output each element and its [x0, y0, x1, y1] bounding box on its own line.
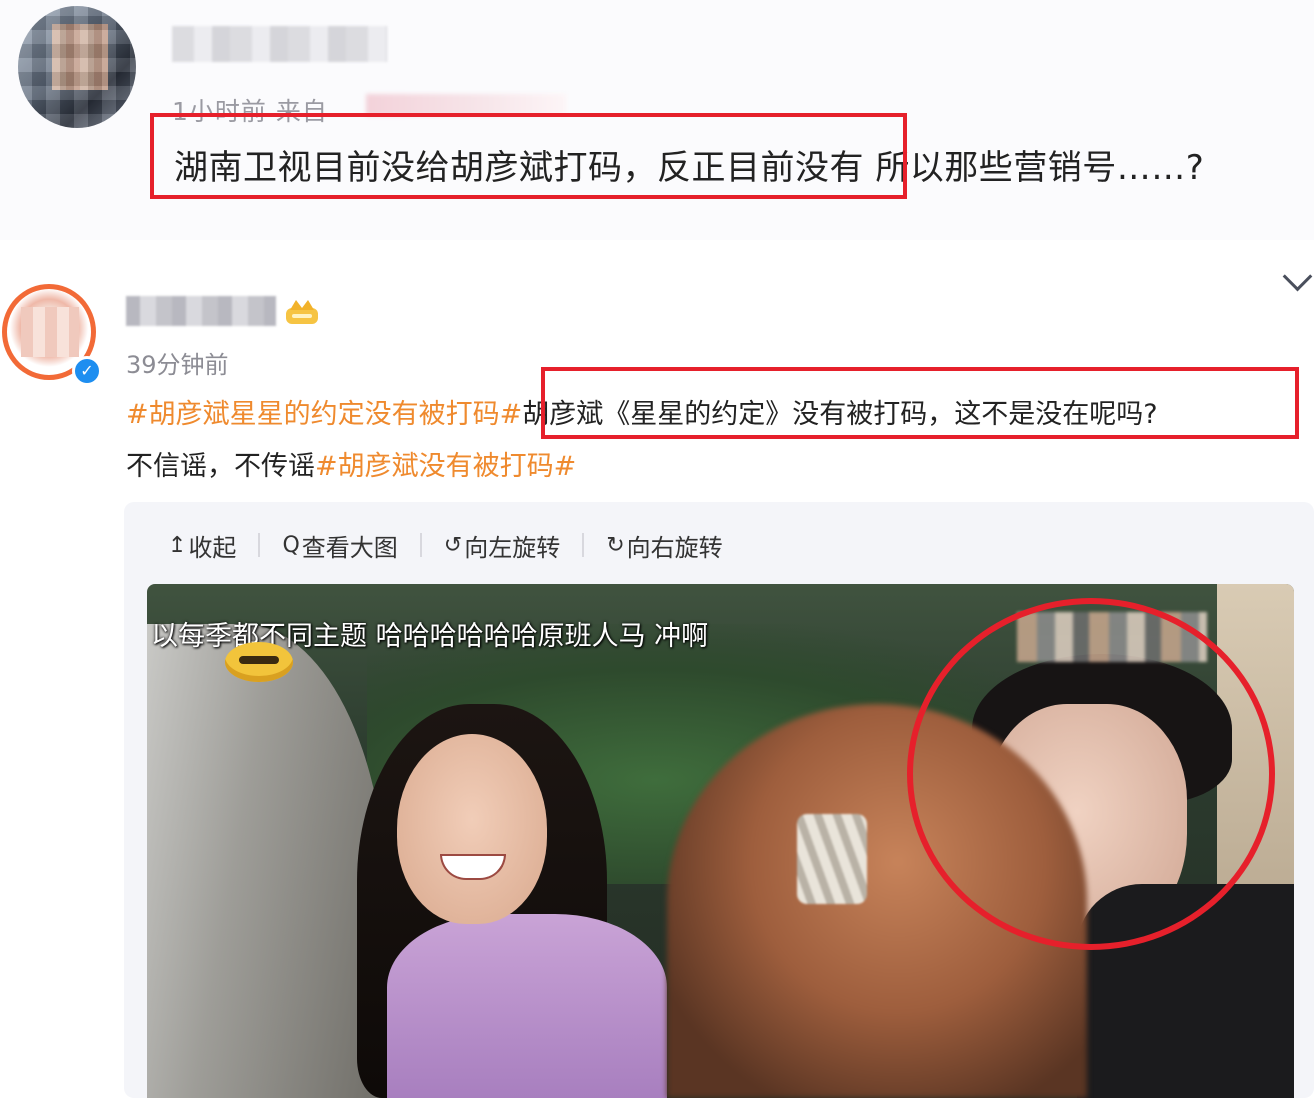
search-icon: Q	[282, 532, 300, 558]
collapse-button[interactable]: ↥ 收起	[168, 528, 236, 563]
view-large-button[interactable]: Q 查看大图	[282, 528, 397, 563]
hashtag-link[interactable]: #胡彦斌没有被打码#	[315, 451, 576, 482]
rotate-right-button[interactable]: ↻ 向右旋转	[606, 528, 722, 563]
rotate-right-label: 向右旋转	[626, 533, 723, 562]
person-jacket	[387, 914, 667, 1098]
verified-badge-icon: ✓	[72, 356, 102, 386]
rotate-left-label: 向左旋转	[464, 533, 561, 562]
member-crown-icon	[286, 300, 318, 324]
tent	[147, 624, 387, 1098]
person-face	[397, 734, 547, 924]
divider	[258, 533, 261, 557]
highlight-box	[541, 367, 1299, 439]
hair-clip	[797, 814, 867, 904]
divider	[419, 533, 422, 557]
view-large-label: 查看大图	[301, 533, 398, 562]
username-blurred[interactable]	[172, 26, 387, 62]
divider	[582, 533, 585, 557]
avatar[interactable]	[18, 6, 136, 128]
post-text-line-2: 不信谣，不传谣#胡彦斌没有被打码#	[126, 444, 576, 483]
rotate-left-icon: ↺	[443, 532, 463, 558]
rotate-left-button[interactable]: ↺ 向左旋转	[444, 528, 560, 563]
post-text: 不信谣，不传谣	[126, 451, 315, 482]
highlight-circle	[907, 598, 1275, 950]
image-toolbar: ↥ 收起 Q 查看大图 ↺ 向左旋转 ↻ 向右旋转	[168, 528, 723, 562]
rotate-right-icon: ↻	[606, 532, 625, 558]
highlight-box	[150, 113, 907, 199]
hashtag-link[interactable]: #胡彦斌星星的约定没有被打码#	[126, 399, 522, 430]
collapse-label: 收起	[188, 533, 237, 562]
post-text-rest: 所以那些营销号……?	[875, 148, 1205, 188]
post-time: 39分钟前	[126, 351, 229, 379]
emoji-sticker-icon	[225, 642, 293, 682]
chevron-down-icon[interactable]	[1282, 261, 1313, 292]
username-blurred[interactable]	[126, 296, 276, 326]
post-image[interactable]: 以每季都不同主题 哈哈哈哈哈哈原班人马 冲啊	[147, 584, 1294, 1098]
collapse-up-icon: ↥	[168, 532, 187, 558]
